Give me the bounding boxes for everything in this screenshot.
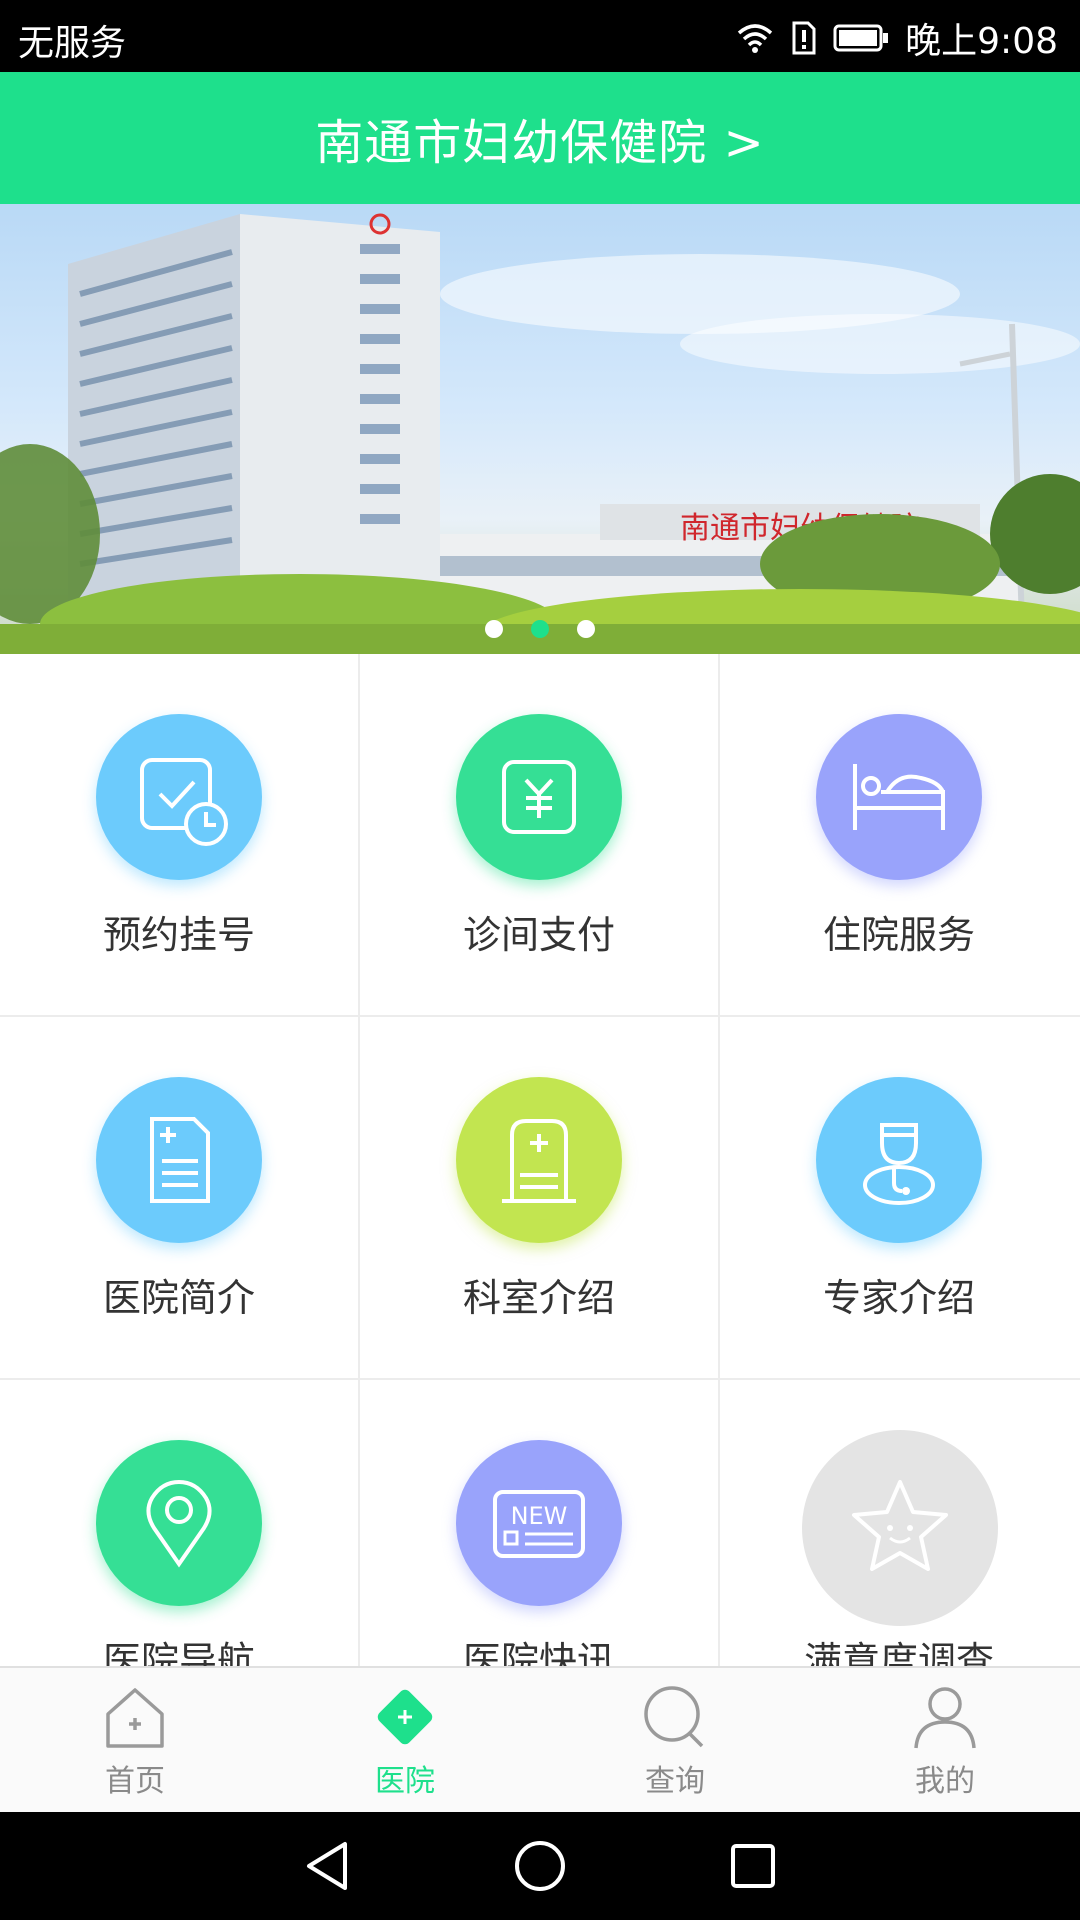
grid-label: 住院服务 — [822, 913, 975, 957]
bottom-nav: 首页 医院 查询 我的 — [0, 1666, 1080, 1812]
home-icon — [106, 1688, 164, 1748]
nav-label: 我的 — [915, 1764, 975, 1799]
nav-hospital[interactable]: 医院 — [270, 1668, 540, 1812]
status-icons: 晚上9:08 — [735, 12, 1058, 64]
hospital-title[interactable]: 南通市妇幼保健院 > — [315, 103, 764, 173]
hospital-diamond-icon — [377, 1689, 433, 1745]
hospital-header[interactable]: 南通市妇幼保健院 > — [0, 72, 1080, 204]
hospital-bed-icon — [816, 714, 982, 880]
document-plus-icon — [96, 1077, 262, 1243]
grid-label: 专家介绍 — [822, 1276, 975, 1320]
grid-item-news[interactable]: NEW 医院快讯 — [360, 1380, 720, 1666]
grid-label: 科室介绍 — [462, 1276, 615, 1320]
hospital-building-illustration: 南通市妇幼保健院 — [0, 213, 1080, 654]
grid-item-department-intro[interactable]: 科室介绍 — [360, 1017, 720, 1380]
grid-label: 医院导航 — [102, 1639, 255, 1666]
grid-item-navigation[interactable]: 医院导航 — [0, 1380, 360, 1666]
news-badge-text: NEW — [511, 1502, 568, 1530]
carousel-dot-3[interactable] — [577, 620, 595, 638]
clock-text: 晚上9:08 — [905, 21, 1058, 62]
carousel-dot-2[interactable] — [531, 620, 549, 638]
back-icon[interactable] — [299, 1838, 355, 1894]
home-circle-icon[interactable] — [512, 1838, 568, 1894]
nav-home[interactable]: 首页 — [0, 1668, 270, 1812]
doctor-icon — [816, 1077, 982, 1243]
grid-label: 预约挂号 — [102, 913, 255, 957]
battery-icon — [833, 24, 889, 52]
department-plus-icon — [456, 1077, 622, 1243]
hospital-banner[interactable]: 南通市妇幼保健院 — [0, 204, 1080, 654]
user-icon — [914, 1687, 976, 1749]
sim-alert-icon — [792, 21, 816, 55]
calendar-clock-icon — [96, 714, 262, 880]
grid-item-inpatient[interactable]: 住院服务 — [720, 654, 1080, 1017]
service-grid: 预约挂号 诊间支付 住院服务 医院简介 科室介绍 专家介绍 医院导航 NEW 医… — [0, 654, 1080, 1666]
grid-item-hospital-intro[interactable]: 医院简介 — [0, 1017, 360, 1380]
grid-item-expert-intro[interactable]: 专家介绍 — [720, 1017, 1080, 1380]
status-bar: 无服务 晚上9:08 — [0, 0, 1080, 72]
nav-mine[interactable]: 我的 — [810, 1668, 1080, 1812]
grid-item-appointment[interactable]: 预约挂号 — [0, 654, 360, 1017]
grid-item-survey[interactable]: 满意度调查 — [720, 1380, 1080, 1666]
nav-label: 首页 — [105, 1764, 165, 1799]
nav-search[interactable]: 查询 — [540, 1668, 810, 1812]
system-nav-bar — [0, 1812, 1080, 1920]
star-smile-icon — [802, 1430, 998, 1626]
grid-item-payment[interactable]: 诊间支付 — [360, 654, 720, 1017]
grid-label: 医院简介 — [102, 1276, 255, 1320]
carrier-text: 无服务 — [18, 23, 127, 64]
grid-label: 医院快讯 — [462, 1639, 615, 1666]
nav-label: 医院 — [375, 1764, 435, 1799]
nav-label: 查询 — [645, 1764, 705, 1799]
news-icon: NEW — [456, 1440, 622, 1606]
recents-icon[interactable] — [725, 1838, 781, 1894]
yuan-payment-icon — [456, 714, 622, 880]
grid-label: 诊间支付 — [462, 913, 615, 957]
search-icon — [644, 1686, 704, 1748]
grid-label: 满意度调查 — [803, 1639, 994, 1666]
wifi-icon — [738, 24, 773, 53]
location-pin-icon — [96, 1440, 262, 1606]
carousel-dot-1[interactable] — [485, 620, 503, 638]
carousel-dots[interactable] — [0, 620, 1080, 638]
